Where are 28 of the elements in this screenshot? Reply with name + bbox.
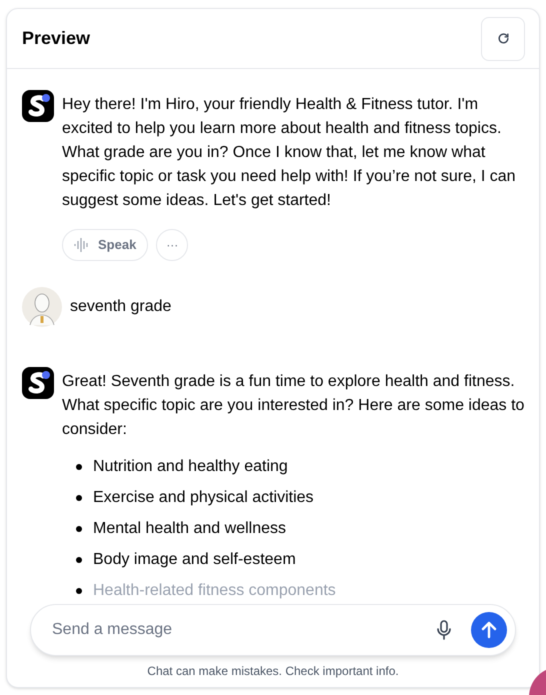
list-item-text: Health-related fitness components [93,581,336,601]
bullet-icon [76,557,82,563]
list-item-text: Mental health and wellness [93,519,286,539]
list-item-text: Body image and self-esteem [93,550,296,570]
refresh-icon [496,32,510,45]
bullet-icon [76,526,82,532]
send-button[interactable] [471,612,507,648]
bullet-icon [76,464,82,470]
message-text: seventh grade [70,297,172,317]
user-avatar [22,287,62,327]
panel-title: Preview [22,27,90,50]
bot-avatar [22,90,54,122]
speak-button[interactable]: Speak [62,229,148,261]
more-button[interactable]: ··· [156,229,188,261]
bullet-icon [76,495,82,501]
sound-wave-icon [74,238,90,252]
message-input[interactable]: Send a message [52,618,435,642]
message-text: Hey there! I'm Hiro, your friendly Health & Fitness tutor. I'm excited to help you learn more about health and fitness topics. What grade are you in? Once I know that, let me know what specific topic or task you need help with! If you’re not sure, I can suggest some ideas. Let's get started! [62,95,517,211]
arrow-up-icon [480,621,498,639]
bot-avatar [22,367,54,399]
refresh-button[interactable] [481,16,525,60]
message-text: Great! Seventh grade is a fun time to explore health and fitness. What specific topic are you interested in? Here are some ideas to consider: [62,372,526,440]
bullet-icon [76,588,82,594]
microphone-icon[interactable] [435,620,453,640]
list-item-text: Exercise and physical activities [93,488,314,508]
disclaimer-text: Chat can make mistakes. Check important info. [146,663,400,680]
list-item-text: Nutrition and healthy eating [93,457,288,477]
message-field[interactable]: Send a message [30,604,516,656]
